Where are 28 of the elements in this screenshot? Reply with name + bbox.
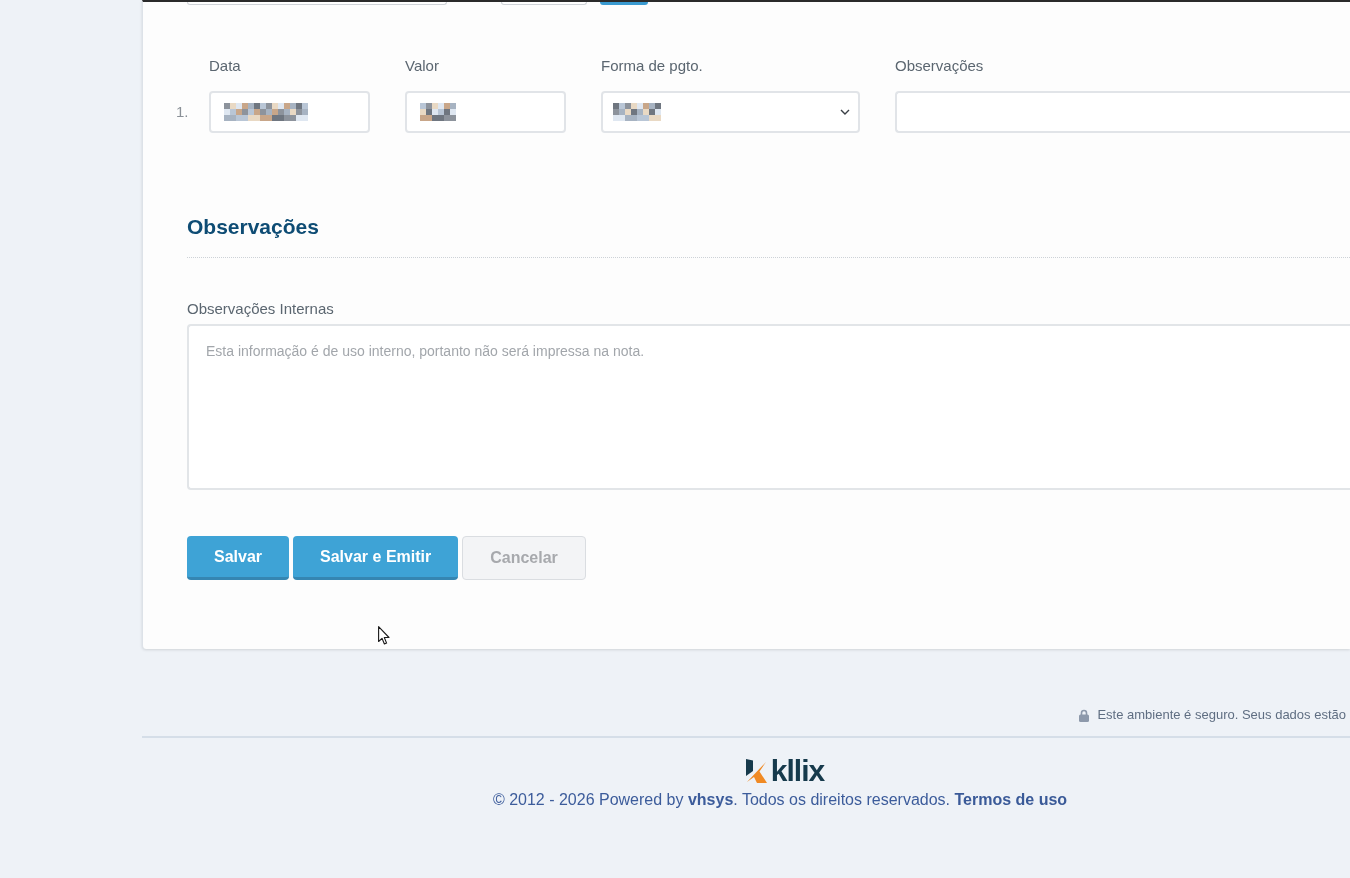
save-button[interactable]: Salvar bbox=[187, 536, 290, 580]
action-button[interactable] bbox=[600, 2, 648, 5]
input-field[interactable] bbox=[501, 2, 587, 5]
column-label: Observações bbox=[895, 57, 984, 74]
notes-textarea[interactable]: Esta informação é de uso interno, portanto não será impressa na nota. bbox=[187, 324, 1350, 490]
logo-mark-icon bbox=[745, 759, 767, 783]
row-number: 1. bbox=[176, 103, 189, 121]
column-label: Forma de pgto. bbox=[601, 57, 703, 74]
section-heading: Observações bbox=[187, 214, 319, 240]
security-note: Este ambiente é seguro. Seus dados estão bbox=[1097, 707, 1346, 723]
column-label: Data bbox=[209, 57, 241, 74]
input-field[interactable] bbox=[895, 91, 1350, 133]
logo-wordmark: kllix bbox=[770, 758, 825, 784]
input-field[interactable] bbox=[405, 91, 566, 133]
lock-icon bbox=[1079, 708, 1090, 722]
save-and-emit-button[interactable]: Salvar e Emitir bbox=[293, 536, 459, 580]
input-field[interactable] bbox=[187, 2, 447, 5]
column-label: Valor bbox=[405, 57, 439, 74]
field-label: Observações Internas bbox=[187, 300, 334, 318]
input-field[interactable] bbox=[209, 91, 370, 133]
cancel-button[interactable]: Cancelar bbox=[462, 536, 586, 580]
select-field[interactable] bbox=[601, 91, 860, 133]
chevron-down-icon bbox=[840, 109, 850, 115]
pixel-mosaic-icon bbox=[420, 103, 456, 121]
pixel-mosaic-icon bbox=[224, 103, 308, 121]
terms-link[interactable]: Termos de uso bbox=[954, 791, 1068, 808]
copyright-text: © 2012 - 2026 Powered by vhsys. Todos os direitos reservados. bbox=[492, 791, 950, 808]
pixel-mosaic-icon bbox=[613, 103, 661, 121]
